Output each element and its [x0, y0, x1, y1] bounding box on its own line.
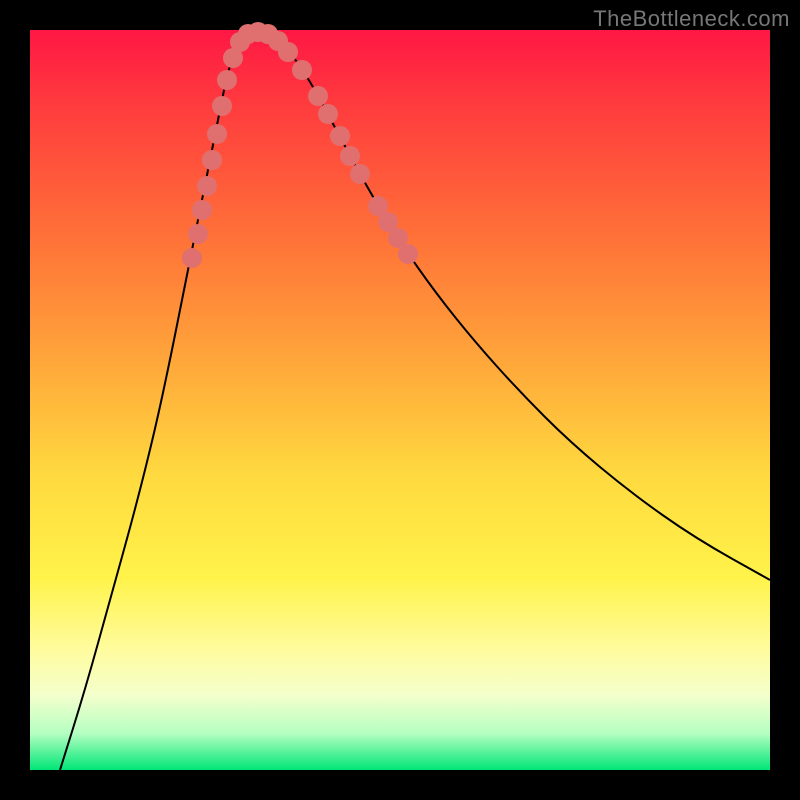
marker-dot	[292, 60, 312, 80]
marker-dot	[212, 96, 232, 116]
marker-dot	[217, 70, 237, 90]
marker-dot	[318, 104, 338, 124]
marker-dot	[278, 42, 298, 62]
bottleneck-curve	[60, 32, 770, 770]
marker-dot	[197, 176, 217, 196]
bottleneck-plot	[30, 30, 770, 770]
markers-group	[182, 22, 418, 268]
marker-dot	[202, 150, 222, 170]
watermark-text: TheBottleneck.com	[593, 6, 790, 32]
marker-dot	[308, 86, 328, 106]
marker-dot	[207, 124, 227, 144]
marker-dot	[398, 244, 418, 264]
marker-dot	[340, 146, 360, 166]
marker-dot	[350, 164, 370, 184]
marker-dot	[188, 224, 208, 244]
marker-dot	[192, 200, 212, 220]
chart-frame	[30, 30, 770, 770]
marker-dot	[182, 248, 202, 268]
marker-dot	[330, 126, 350, 146]
